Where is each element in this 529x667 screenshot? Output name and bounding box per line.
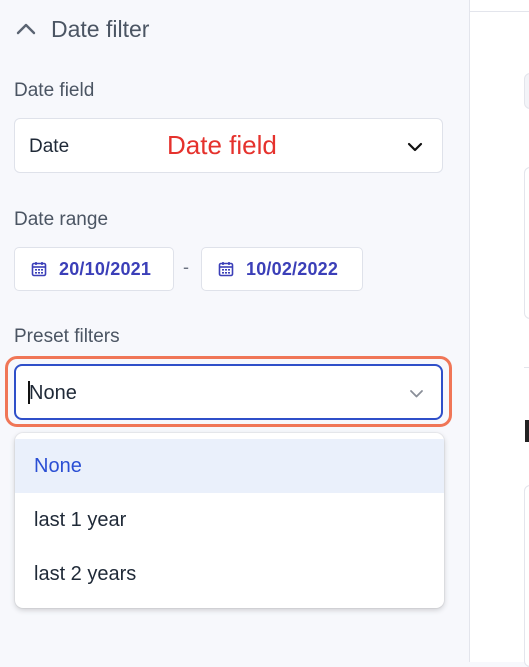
date-filter-section-header[interactable]: Date filter — [15, 14, 149, 44]
dropdown-option-last-1-year[interactable]: last 1 year — [15, 493, 444, 547]
main-content-area — [470, 0, 529, 667]
preset-filters-value: None — [29, 382, 77, 404]
preset-filters-dropdown-menu: None last 1 year last 2 years — [15, 433, 444, 608]
calendar-icon — [31, 262, 47, 277]
main-card — [524, 167, 529, 319]
main-topbar — [470, 0, 529, 12]
filter-sidebar: Date filter Date field Date Date field D… — [0, 0, 470, 662]
date-range-separator: - — [183, 257, 189, 277]
date-field-label: Date field — [14, 80, 95, 101]
start-date-value: 20/10/2021 — [59, 258, 152, 279]
text-caret — [28, 381, 30, 404]
chevron-down-icon[interactable] — [406, 138, 424, 156]
preset-filters-label: Preset filters — [14, 326, 120, 347]
main-divider — [524, 367, 529, 368]
main-card — [524, 73, 529, 109]
date-field-annotation: Date field — [167, 130, 277, 160]
date-field-value: Date — [29, 136, 70, 157]
dropdown-option-last-2-years[interactable]: last 2 years — [15, 547, 444, 601]
section-title: Date filter — [51, 15, 150, 42]
calendar-icon — [218, 262, 234, 277]
start-date-picker[interactable]: 20/10/2021 — [14, 247, 174, 291]
date-field-select[interactable]: Date Date field — [14, 118, 443, 173]
chevron-down-icon[interactable] — [408, 385, 425, 402]
dropdown-option-none[interactable]: None — [15, 439, 444, 493]
end-date-value: 10/02/2022 — [246, 258, 339, 279]
main-heading-fragment — [525, 420, 529, 442]
chevron-up-icon[interactable] — [15, 18, 37, 40]
date-range-label: Date range — [14, 209, 109, 230]
main-card — [524, 485, 529, 667]
preset-filters-select[interactable]: None — [14, 364, 443, 420]
end-date-picker[interactable]: 10/02/2022 — [201, 247, 363, 291]
